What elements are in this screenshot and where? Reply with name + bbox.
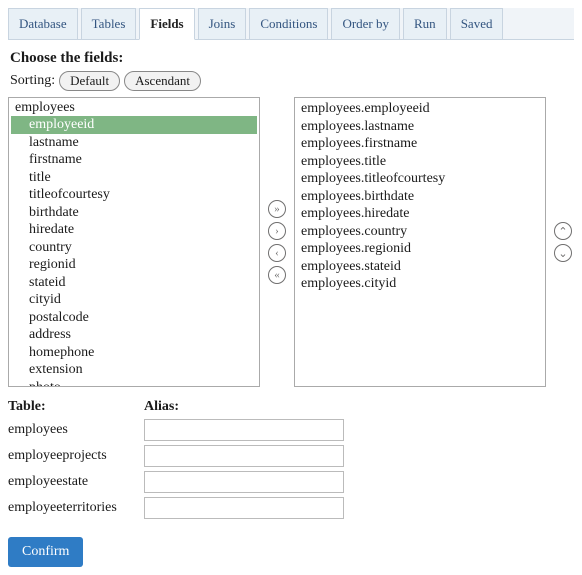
table-header: Table: — [8, 399, 138, 415]
available-fields-list[interactable]: employeesemployeeidlastnamefirstnametitl… — [8, 97, 260, 387]
tab-database[interactable]: Database — [8, 8, 78, 39]
list-item[interactable]: employees.stateid — [297, 258, 543, 276]
list-item[interactable]: title — [11, 169, 257, 187]
list-item[interactable]: firstname — [11, 151, 257, 169]
table-name: employeeprojects — [8, 448, 138, 464]
list-item[interactable]: address — [11, 326, 257, 344]
list-item[interactable]: employees.title — [297, 153, 543, 171]
list-item[interactable]: employees.regionid — [297, 240, 543, 258]
table-name: employeeterritories — [8, 500, 138, 516]
list-item[interactable]: cityid — [11, 291, 257, 309]
selected-fields-list[interactable]: employees.employeeidemployees.lastnameem… — [294, 97, 546, 387]
sorting-label: Sorting: — [10, 73, 55, 89]
list-item[interactable]: employees.employeeid — [297, 100, 543, 118]
move-up-icon[interactable]: ⌃ — [554, 222, 572, 240]
choose-fields-heading: Choose the fields: — [10, 50, 574, 67]
sort-row: Sorting: Default Ascendant — [10, 71, 574, 91]
list-item[interactable]: employees.titleofcourtesy — [297, 170, 543, 188]
alias-header: Alias: — [144, 399, 344, 415]
tab-joins[interactable]: Joins — [198, 8, 247, 39]
list-item[interactable]: photo — [11, 379, 257, 388]
alias-input[interactable] — [144, 445, 344, 467]
list-item[interactable]: employeeid — [11, 116, 257, 134]
list-item[interactable]: lastname — [11, 134, 257, 152]
list-item[interactable]: country — [11, 239, 257, 257]
tab-tables[interactable]: Tables — [81, 8, 137, 39]
alias-input[interactable] — [144, 419, 344, 441]
confirm-button[interactable]: Confirm — [8, 537, 83, 567]
list-item[interactable]: stateid — [11, 274, 257, 292]
table-name: employees — [8, 422, 138, 438]
list-item[interactable]: extension — [11, 361, 257, 379]
tab-run[interactable]: Run — [403, 8, 447, 39]
transfer-arrows: » › ‹ « — [266, 200, 288, 284]
list-item[interactable]: employees.lastname — [297, 118, 543, 136]
table-name: employeestate — [8, 474, 138, 490]
list-item[interactable]: birthdate — [11, 204, 257, 222]
add-all-icon[interactable]: » — [268, 200, 286, 218]
list-item[interactable]: regionid — [11, 256, 257, 274]
tab-fields[interactable]: Fields — [139, 8, 194, 40]
table-alias-grid: Table: Alias: employees employeeprojects e… — [8, 399, 574, 519]
list-item[interactable]: homephone — [11, 344, 257, 362]
alias-input[interactable] — [144, 497, 344, 519]
list-item[interactable]: employees.country — [297, 223, 543, 241]
tab-strip: DatabaseTablesFieldsJoinsConditionsOrder… — [8, 8, 574, 40]
list-item[interactable]: employees.firstname — [297, 135, 543, 153]
remove-all-icon[interactable]: « — [268, 266, 286, 284]
list-item[interactable]: employees.birthdate — [297, 188, 543, 206]
sort-default-button[interactable]: Default — [59, 71, 120, 91]
move-down-icon[interactable]: ⌄ — [554, 244, 572, 262]
tab-conditions[interactable]: Conditions — [249, 8, 328, 39]
list-item[interactable]: employees.cityid — [297, 275, 543, 293]
alias-input[interactable] — [144, 471, 344, 493]
group-employees[interactable]: employees — [11, 100, 257, 116]
tab-orderby[interactable]: Order by — [331, 8, 400, 39]
list-item[interactable]: hiredate — [11, 221, 257, 239]
add-icon[interactable]: › — [268, 222, 286, 240]
remove-icon[interactable]: ‹ — [268, 244, 286, 262]
reorder-arrows: ⌃ ⌄ — [552, 222, 574, 262]
sort-ascendant-button[interactable]: Ascendant — [124, 71, 201, 91]
tab-saved[interactable]: Saved — [450, 8, 504, 39]
list-item[interactable]: postalcode — [11, 309, 257, 327]
list-item[interactable]: employees.hiredate — [297, 205, 543, 223]
list-item[interactable]: titleofcourtesy — [11, 186, 257, 204]
